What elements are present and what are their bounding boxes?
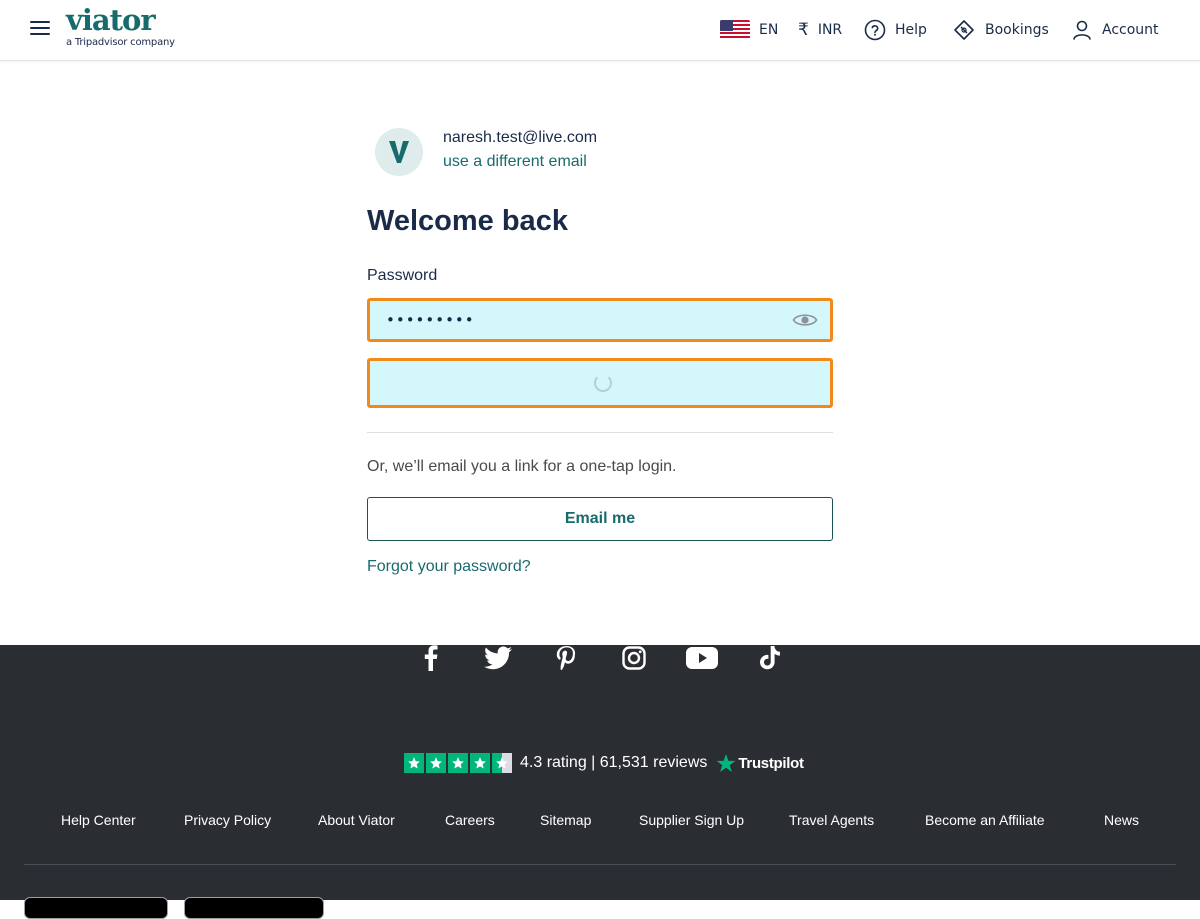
trustpilot-rating[interactable]: 4.3 rating | 61,531 reviews Trustpilot (404, 753, 804, 773)
site-header: viator a Tripadvisor company EN ₹ INR He… (0, 0, 1200, 61)
star-icon (448, 753, 468, 773)
pinterest-icon[interactable] (556, 645, 576, 671)
currency-selector[interactable]: ₹ INR (798, 18, 842, 42)
account-link[interactable]: Account (1071, 18, 1159, 42)
sign-in-button[interactable] (367, 358, 833, 408)
us-flag-icon (720, 20, 750, 40)
logo-wordmark: viator (66, 3, 156, 37)
trustpilot-star-icon (716, 753, 736, 772)
password-field[interactable] (367, 298, 833, 342)
footer-link-privacy-policy[interactable]: Privacy Policy (184, 812, 271, 828)
footer-divider (24, 864, 1176, 865)
youtube-icon[interactable] (686, 645, 718, 671)
language-label: EN (759, 22, 779, 38)
eye-icon[interactable] (792, 311, 818, 329)
logo-subtext: a Tripadvisor company (66, 37, 175, 48)
facebook-icon[interactable] (422, 645, 440, 671)
half-star-icon (492, 753, 512, 773)
footer-link-news[interactable]: News (1104, 812, 1139, 828)
bookings-label: Bookings (985, 22, 1049, 38)
hamburger-menu-icon[interactable] (30, 21, 50, 37)
currency-label: INR (817, 22, 843, 38)
account-label: Account (1102, 22, 1159, 38)
help-link[interactable]: Help (864, 18, 927, 42)
rating-summary: 4.3 rating | 61,531 reviews (520, 754, 708, 771)
star-icon (404, 753, 424, 773)
forgot-password-link[interactable]: Forgot your password? (367, 558, 531, 576)
viator-avatar (375, 128, 423, 176)
use-different-email-link[interactable]: use a different email (443, 153, 587, 171)
google-play-badge[interactable] (184, 897, 324, 919)
footer-link-help-center[interactable]: Help Center (61, 812, 136, 828)
bookings-link[interactable]: Bookings (952, 18, 1049, 42)
help-label: Help (895, 22, 927, 38)
app-store-badge[interactable] (24, 897, 168, 919)
trustpilot-logo: Trustpilot (716, 753, 804, 773)
page-title: Welcome back (367, 205, 568, 237)
user-icon (1073, 20, 1091, 40)
tiktok-icon[interactable] (760, 645, 780, 671)
footer-link-supplier-sign-up[interactable]: Supplier Sign Up (639, 812, 744, 828)
one-tap-login-text: Or, we’ll email you a link for a one-tap… (367, 458, 677, 475)
viator-v-logo-icon (389, 141, 409, 163)
email-me-button[interactable]: Email me (367, 497, 833, 541)
footer-link-about-viator[interactable]: About Viator (318, 812, 395, 828)
loading-spinner-icon (594, 374, 612, 392)
language-selector[interactable]: EN (720, 18, 778, 42)
twitter-icon[interactable] (484, 645, 512, 671)
star-icon (470, 753, 490, 773)
footer-link-careers[interactable]: Careers (445, 812, 495, 828)
viator-logo[interactable]: viator a Tripadvisor company (66, 3, 175, 49)
account-email: naresh.test@live.com (443, 129, 598, 146)
password-label: Password (367, 267, 438, 284)
footer-link-sitemap[interactable]: Sitemap (540, 812, 591, 828)
footer-link-become-an-affiliate[interactable]: Become an Affiliate (925, 812, 1045, 828)
site-footer: 4.3 rating | 61,531 reviews Trustpilot H… (0, 645, 1200, 919)
instagram-icon[interactable] (622, 645, 646, 671)
star-icon (426, 753, 446, 773)
password-input[interactable] (386, 310, 786, 330)
rupee-icon: ₹ (798, 20, 809, 40)
ticket-icon (954, 20, 974, 40)
divider (367, 432, 833, 433)
footer-link-travel-agents[interactable]: Travel Agents (789, 812, 874, 828)
help-circle-icon (864, 19, 886, 41)
rating-stars (404, 753, 514, 773)
